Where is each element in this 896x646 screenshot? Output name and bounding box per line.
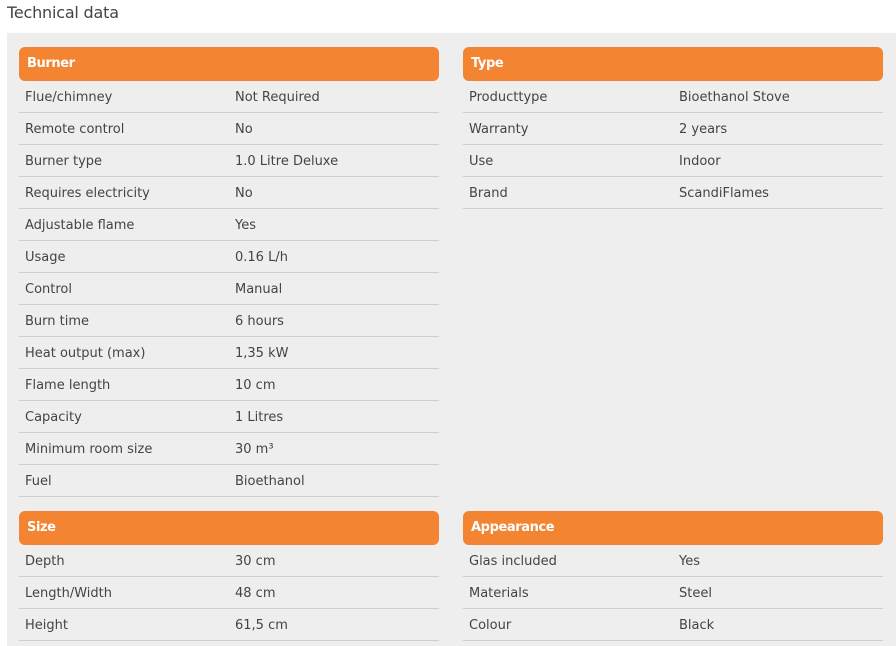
spec-label: Use xyxy=(469,145,493,179)
spec-label: Requires electricity xyxy=(25,177,150,211)
group-header-appearance: Appearance xyxy=(463,511,883,545)
spec-row: Flame length 10 cm xyxy=(19,369,439,401)
type-spec-list: Producttype Bioethanol Stove Warranty 2 yea… xyxy=(463,81,883,209)
spec-label: Fuel xyxy=(25,465,52,499)
group-header-burner: Burner xyxy=(19,47,439,81)
group-header-size: Size xyxy=(19,511,439,545)
spec-row: Warranty 2 years xyxy=(463,113,883,145)
spec-value: No xyxy=(235,177,253,211)
spec-value: 0.16 L/h xyxy=(235,241,288,275)
spec-label: Burner type xyxy=(25,145,102,179)
group-appearance: Appearance Glas included Yes Materials Stee… xyxy=(463,511,883,641)
spec-value: 30 cm xyxy=(235,545,276,579)
spec-value: 1.0 Litre Deluxe xyxy=(235,145,338,179)
spec-row: Depth 30 cm xyxy=(19,545,439,577)
spec-value: Bioethanol Stove xyxy=(679,81,790,115)
spec-label: Minimum room size xyxy=(25,433,152,467)
spec-row: Remote control No xyxy=(19,113,439,145)
spec-label: Flame length xyxy=(25,369,110,403)
spec-value: 1 Litres xyxy=(235,401,283,435)
spec-row: Height 61,5 cm xyxy=(19,609,439,641)
group-type: Type ProducttypeBioethanol StoveWarranty… xyxy=(463,47,883,209)
spec-row: Minimum room size 30 m³ xyxy=(19,433,439,465)
spec-row: Requires electricity No xyxy=(19,177,439,209)
spec-row: Control Manual xyxy=(19,273,439,305)
spec-value: Bioethanol xyxy=(235,465,305,499)
spec-row: Heat output (max) 1,35 kW xyxy=(19,337,439,369)
spec-row: Burn time 6 hours xyxy=(19,305,439,337)
spec-label: Burn time xyxy=(25,305,89,339)
spec-value: 2 years xyxy=(679,113,727,147)
spec-row: Materials Steel xyxy=(463,577,883,609)
spec-value: Indoor xyxy=(679,145,721,179)
spec-row: Glas included Yes xyxy=(463,545,883,577)
spec-value: 6 hours xyxy=(235,305,284,339)
spec-row: Capacity 1 Litres xyxy=(19,401,439,433)
group-burner: Burner Flue/chimneyNot RequiredRemote co… xyxy=(19,47,439,497)
spec-value: Steel xyxy=(679,577,712,611)
group-header-type: Type xyxy=(463,47,883,81)
spec-value: Yes xyxy=(235,209,256,243)
spec-value: Manual xyxy=(235,273,282,307)
spec-value: No xyxy=(235,113,253,147)
spec-value: Yes xyxy=(679,545,700,579)
spec-row: Flue/chimney Not Required xyxy=(19,81,439,113)
spec-row: Adjustable flame Yes xyxy=(19,209,439,241)
appearance-spec-list: Glas included Yes Materials Steel Colour Blac… xyxy=(463,545,883,641)
spec-label: Materials xyxy=(469,577,529,611)
spec-value: 30 m³ xyxy=(235,433,274,467)
spec-label: Brand xyxy=(469,177,508,211)
spec-label: Glas included xyxy=(469,545,557,579)
page-title: Technical data xyxy=(7,2,119,24)
spec-label: Producttype xyxy=(469,81,547,115)
spec-label: Warranty xyxy=(469,113,528,147)
spec-label: Height xyxy=(25,609,68,643)
spec-label: Remote control xyxy=(25,113,124,147)
spec-label: Colour xyxy=(469,609,511,643)
spec-value: 48 cm xyxy=(235,577,276,611)
spec-label: Usage xyxy=(25,241,66,275)
spec-label: Capacity xyxy=(25,401,82,435)
spec-value: Black xyxy=(679,609,714,643)
spec-row: Burner type 1.0 Litre Deluxe xyxy=(19,145,439,177)
spec-label: Depth xyxy=(25,545,65,579)
spec-value: 1,35 kW xyxy=(235,337,288,371)
spec-label: Control xyxy=(25,273,72,307)
spec-label: Adjustable flame xyxy=(25,209,134,243)
spec-row: Producttype Bioethanol Stove xyxy=(463,81,883,113)
size-spec-list: Depth 30 cm Length/Width 48 cm Height 61,5 cm xyxy=(19,545,439,641)
spec-label: Length/Width xyxy=(25,577,112,611)
spec-value: 10 cm xyxy=(235,369,276,403)
spec-value: ScandiFlames xyxy=(679,177,769,211)
spec-value: Not Required xyxy=(235,81,320,115)
spec-label: Heat output (max) xyxy=(25,337,145,371)
spec-row: Length/Width 48 cm xyxy=(19,577,439,609)
spec-row: Use Indoor xyxy=(463,145,883,177)
spec-label: Flue/chimney xyxy=(25,81,112,115)
burner-spec-list: Flue/chimney Not Required Remote control No… xyxy=(19,81,439,497)
spec-row: Usage 0.16 L/h xyxy=(19,241,439,273)
spec-row: Fuel Bioethanol xyxy=(19,465,439,497)
group-size: Size Depth 30 cm Length/Width 48 cm Height 61… xyxy=(19,511,439,641)
spec-row: Brand ScandiFlames xyxy=(463,177,883,209)
spec-value: 61,5 cm xyxy=(235,609,288,643)
spec-row: Colour Black xyxy=(463,609,883,641)
